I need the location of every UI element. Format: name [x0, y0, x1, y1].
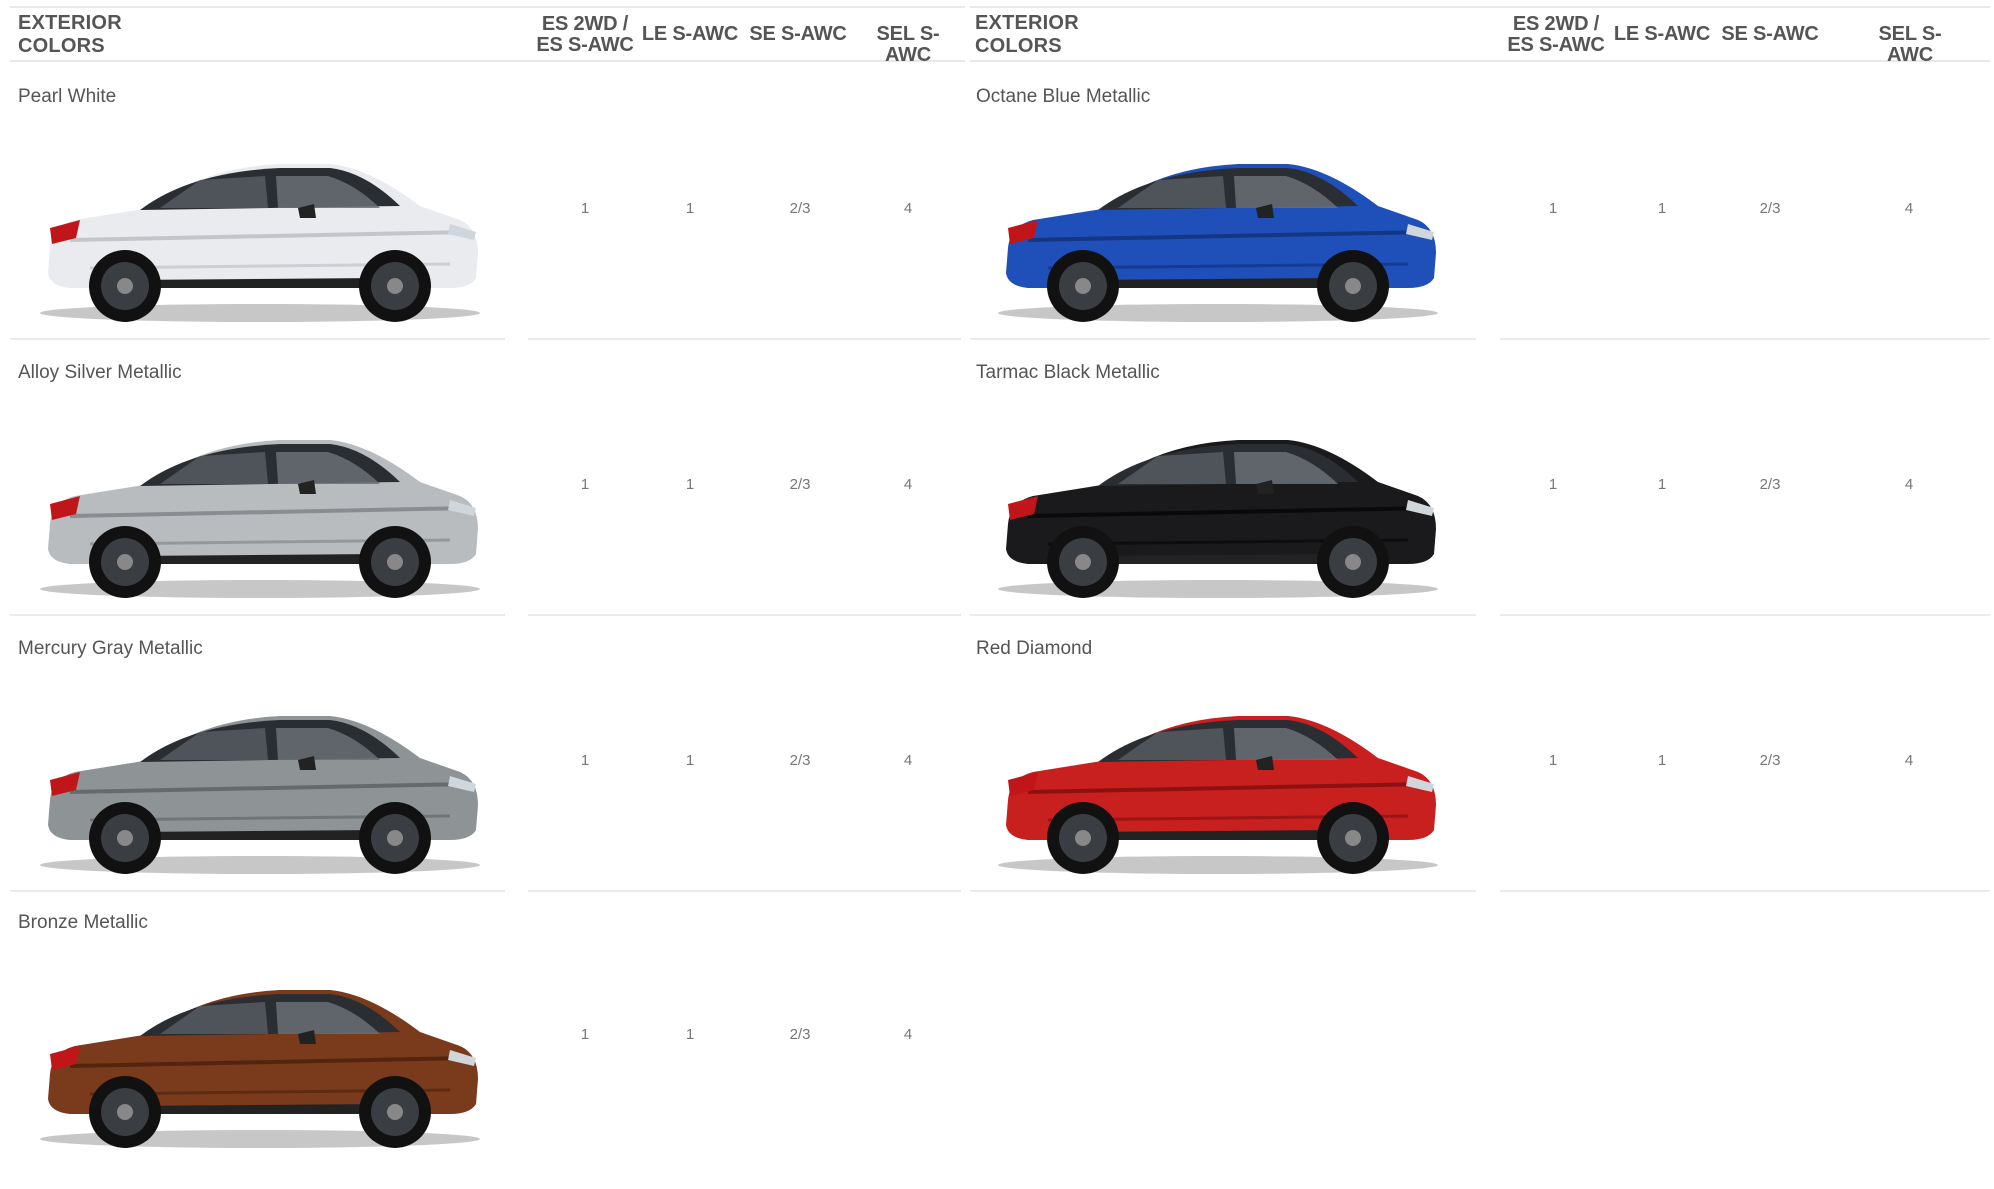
col-head-sel: SEL S-AWC	[876, 23, 940, 66]
trim-availability-cell: 1	[580, 1026, 590, 1043]
right-table-title: EXTERIOR COLORS	[975, 12, 1079, 57]
car-swatch-pearl-white	[30, 128, 490, 328]
trim-availability-cell: 1	[580, 752, 590, 769]
trim-availability-cell: 1	[1657, 476, 1667, 493]
trim-availability-cell: 2/3	[1759, 752, 1781, 769]
trim-availability-cell: 1	[1548, 200, 1558, 217]
trim-availability-cell: 1	[1657, 200, 1667, 217]
col-head-es-right: ES 2WD / ES S-AWC	[1507, 13, 1605, 56]
trim-availability-cell: 4	[903, 1026, 913, 1043]
row-divider	[970, 338, 1476, 340]
row-divider	[528, 338, 961, 340]
row-divider	[528, 890, 961, 892]
trim-availability-cell: 1	[1548, 752, 1558, 769]
car-swatch-red-diamond	[988, 680, 1448, 880]
trim-availability-cell: 1	[685, 1026, 695, 1043]
trim-availability-cell: 1	[1657, 752, 1667, 769]
trim-availability-cell: 1	[685, 200, 695, 217]
trim-availability-cell: 4	[903, 752, 913, 769]
col-head-se-right: SE S-AWC	[1721, 23, 1819, 45]
trim-availability-cell: 1	[580, 200, 590, 217]
trim-availability-cell: 4	[1904, 752, 1914, 769]
trim-availability-cell: 4	[1904, 476, 1914, 493]
row-divider	[970, 890, 1476, 892]
trim-availability-cell: 2/3	[1759, 476, 1781, 493]
trim-availability-cell: 4	[1904, 200, 1914, 217]
color-name: Red Diamond	[976, 638, 1093, 659]
color-name: Octane Blue Metallic	[976, 86, 1151, 107]
trim-availability-cell: 4	[903, 476, 913, 493]
car-swatch-tarmac-black-metallic	[988, 404, 1448, 604]
col-head-se: SE S-AWC	[749, 23, 847, 45]
trim-availability-cell: 1	[685, 752, 695, 769]
car-image	[40, 716, 480, 874]
car-swatch-mercury-gray-metallic	[30, 680, 490, 880]
row-divider	[970, 614, 1476, 616]
car-image	[40, 164, 480, 322]
color-name: Mercury Gray Metallic	[18, 638, 203, 659]
car-image	[40, 440, 480, 598]
right-header-band	[970, 6, 1990, 62]
trim-availability-cell: 1	[580, 476, 590, 493]
trim-availability-cell: 2/3	[1759, 200, 1781, 217]
trim-availability-cell: 2/3	[789, 1026, 811, 1043]
trim-availability-cell: 1	[685, 476, 695, 493]
car-swatch-octane-blue-metallic	[988, 128, 1448, 328]
row-divider	[10, 614, 505, 616]
car-image	[998, 440, 1438, 598]
col-head-sel-right: SEL S-AWC	[1878, 23, 1942, 66]
trim-availability-cell: 2/3	[789, 200, 811, 217]
row-divider	[10, 890, 505, 892]
left-table-title: EXTERIOR COLORS	[18, 12, 122, 57]
car-swatch-alloy-silver-metallic	[30, 404, 490, 604]
row-divider	[10, 338, 505, 340]
trim-availability-cell: 2/3	[789, 752, 811, 769]
color-name: Alloy Silver Metallic	[18, 362, 182, 383]
row-divider	[528, 614, 961, 616]
color-name: Bronze Metallic	[18, 912, 148, 933]
row-divider	[1500, 338, 1990, 340]
car-image	[998, 716, 1438, 874]
trim-availability-cell: 4	[903, 200, 913, 217]
trim-availability-cell: 2/3	[789, 476, 811, 493]
row-divider	[1500, 890, 1990, 892]
color-name: Tarmac Black Metallic	[976, 362, 1160, 383]
col-head-le: LE S-AWC	[641, 23, 739, 45]
trim-availability-cell: 1	[1548, 476, 1558, 493]
col-head-es: ES 2WD / ES S-AWC	[536, 13, 634, 56]
col-head-le-right: LE S-AWC	[1613, 23, 1711, 45]
row-divider	[1500, 614, 1990, 616]
car-image	[998, 164, 1438, 322]
color-name: Pearl White	[18, 86, 117, 107]
car-image	[40, 990, 480, 1148]
car-swatch-bronze-metallic	[30, 954, 490, 1154]
